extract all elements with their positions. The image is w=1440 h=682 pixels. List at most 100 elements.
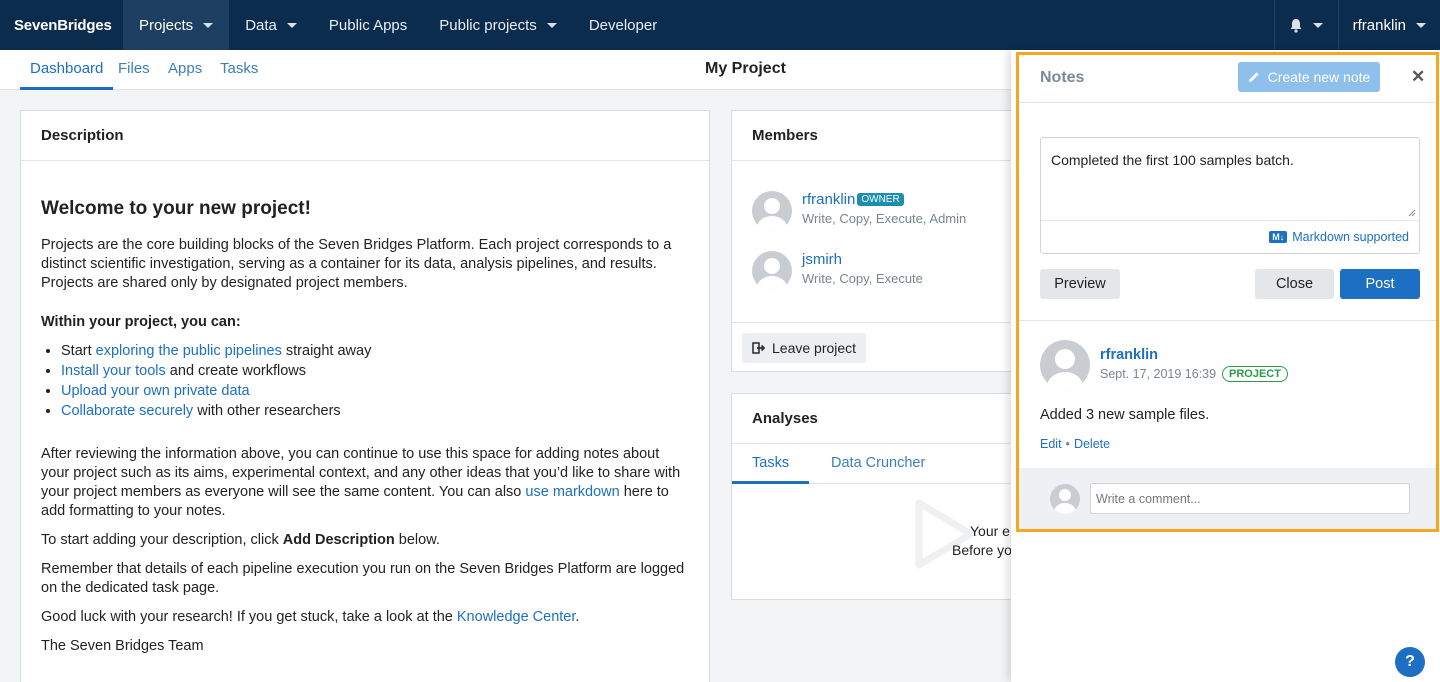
- nav-projects[interactable]: Projects: [123, 0, 230, 50]
- nav-data-label: Data: [245, 16, 277, 34]
- luck-text: Good luck with your research! If you get…: [41, 608, 689, 627]
- separator-dot: •: [1065, 437, 1070, 451]
- avatar: [1050, 484, 1080, 514]
- tab-files[interactable]: Files: [118, 50, 150, 90]
- bullet-text: straight away: [281, 343, 372, 359]
- list-item: Install your tools and create workflows: [61, 362, 689, 381]
- markdown-link[interactable]: use markdown: [525, 484, 619, 500]
- comment-area: [1019, 468, 1436, 529]
- tab-dashboard[interactable]: Dashboard: [20, 50, 114, 90]
- markdown-supported-link[interactable]: M↓ Markdown supported: [1269, 230, 1409, 244]
- notes-panel: Notes Create new note ✕ Completed the fi…: [1016, 52, 1439, 532]
- notes-header: Notes Create new note ✕: [1019, 55, 1436, 103]
- chevron-down-icon: [546, 22, 557, 28]
- close-button[interactable]: Close: [1255, 269, 1334, 299]
- analyses-empty-text: Your e Before yo: [952, 522, 1012, 560]
- nav-public-apps-label: Public Apps: [328, 16, 408, 34]
- member-name-link[interactable]: jsmirh: [802, 251, 842, 268]
- empty-line-1: Your e: [970, 523, 1010, 539]
- description-body: Welcome to your new project! Projects ar…: [21, 199, 709, 656]
- chevron-down-icon: [203, 22, 214, 28]
- preview-button[interactable]: Preview: [1040, 269, 1120, 299]
- list-item: Start exploring the public pipelines str…: [61, 342, 689, 361]
- notes-title: Notes: [1040, 69, 1085, 86]
- capabilities-list: Start exploring the public pipelines str…: [61, 342, 689, 421]
- logo[interactable]: SevenBridges: [0, 0, 123, 50]
- public-pipelines-link[interactable]: exploring the public pipelines: [96, 343, 282, 359]
- members-header: Members: [732, 111, 1030, 161]
- member-permissions: Write, Copy, Execute, Admin: [802, 211, 967, 226]
- nav-public-apps[interactable]: Public Apps: [313, 0, 423, 50]
- nav-public-projects[interactable]: Public projects: [423, 0, 573, 50]
- note-editor[interactable]: Completed the first 100 samples batch. M…: [1040, 137, 1420, 254]
- description-header: Description: [21, 111, 709, 161]
- delete-note-link[interactable]: Delete: [1074, 437, 1110, 451]
- analyses-header: Analyses: [732, 394, 1030, 444]
- sign-out-icon: [752, 342, 766, 354]
- bullet-text: and create workflows: [165, 363, 307, 379]
- bullet-text: with other researchers: [193, 403, 341, 419]
- member-row: rfranklin OWNER Write, Copy, Execute, Adm…: [752, 191, 966, 231]
- divider: [1041, 220, 1419, 221]
- install-tools-link[interactable]: Install your tools: [61, 363, 166, 379]
- create-new-note-label: Create new note: [1267, 69, 1371, 85]
- tab-apps[interactable]: Apps: [168, 50, 202, 90]
- user-menu[interactable]: rfranklin: [1337, 0, 1440, 50]
- luck-text-pre: Good luck with your research! If you get…: [41, 609, 457, 625]
- note-editor-text[interactable]: Completed the first 100 samples batch.: [1051, 152, 1294, 168]
- tab-data-cruncher[interactable]: Data Cruncher: [831, 444, 925, 484]
- upload-data-link[interactable]: Upload your own private data: [61, 383, 250, 399]
- member-permissions: Write, Copy, Execute: [802, 271, 923, 286]
- add-text-pre: To start adding your description, click: [41, 532, 283, 548]
- add-text-post: below.: [394, 532, 440, 548]
- add-description-bold: Add Description: [282, 532, 395, 548]
- members-panel: Members rfranklin OWNER Write, Copy, Exec…: [731, 110, 1031, 372]
- edit-note-link[interactable]: Edit: [1040, 437, 1062, 451]
- bell-icon: [1290, 18, 1302, 33]
- intro-text: Projects are the core building blocks of…: [41, 237, 672, 291]
- notifications-button[interactable]: [1273, 0, 1338, 50]
- note-author-link[interactable]: rfranklin: [1100, 347, 1158, 363]
- leave-project-label: Leave project: [772, 340, 857, 356]
- project-badge: PROJECT: [1222, 366, 1288, 382]
- leave-project-button[interactable]: Leave project: [742, 333, 867, 363]
- collaborate-link[interactable]: Collaborate securely: [61, 403, 193, 419]
- owner-badge: OWNER: [857, 193, 904, 206]
- within-heading: Within your project, you can:: [41, 314, 241, 330]
- analyses-panel: Analyses Tasks Data Cruncher Your e Befo…: [731, 393, 1031, 600]
- chevron-down-icon: [1416, 22, 1426, 28]
- nav-developer-label: Developer: [588, 16, 658, 34]
- divider: [1019, 320, 1436, 321]
- post-button[interactable]: Post: [1340, 269, 1420, 299]
- avatar: [752, 251, 792, 291]
- note-body: Added 3 new sample files.: [1040, 407, 1210, 423]
- close-icon[interactable]: ✕: [1411, 67, 1425, 87]
- markdown-icon: M↓: [1269, 231, 1288, 243]
- create-new-note-button[interactable]: Create new note: [1238, 62, 1380, 92]
- avatar: [1040, 340, 1090, 390]
- member-row: jsmirh Write, Copy, Execute: [752, 251, 923, 291]
- nav-public-projects-label: Public projects: [439, 16, 537, 34]
- tab-tasks[interactable]: Tasks: [220, 50, 258, 90]
- nav-developer[interactable]: Developer: [573, 0, 673, 50]
- note-actions: Edit • Delete: [1040, 437, 1110, 451]
- bullet-text: Start: [61, 343, 96, 359]
- knowledge-center-link[interactable]: Knowledge Center: [457, 609, 576, 625]
- comment-input[interactable]: [1090, 483, 1410, 514]
- list-item: Collaborate securely with other research…: [61, 402, 689, 421]
- help-button[interactable]: ?: [1395, 647, 1425, 677]
- nav-data[interactable]: Data: [229, 0, 313, 50]
- empty-line-2: Before yo: [952, 542, 1012, 558]
- project-title: My Project: [705, 60, 786, 77]
- remember-text: Remember that details of each pipeline e…: [41, 561, 685, 596]
- top-navbar: SevenBridges Projects Data Public Apps P…: [0, 0, 1440, 50]
- tab-analyses-tasks[interactable]: Tasks: [732, 444, 810, 484]
- resize-handle-icon[interactable]: [1408, 209, 1416, 217]
- list-item: Upload your own private data: [61, 382, 689, 401]
- chevron-down-icon: [1313, 22, 1324, 28]
- avatar: [752, 191, 792, 231]
- nav-projects-label: Projects: [139, 16, 194, 34]
- member-name-link[interactable]: rfranklin: [802, 191, 855, 208]
- luck-text-post: .: [575, 609, 580, 625]
- signoff-text: The Seven Bridges Team: [41, 638, 204, 654]
